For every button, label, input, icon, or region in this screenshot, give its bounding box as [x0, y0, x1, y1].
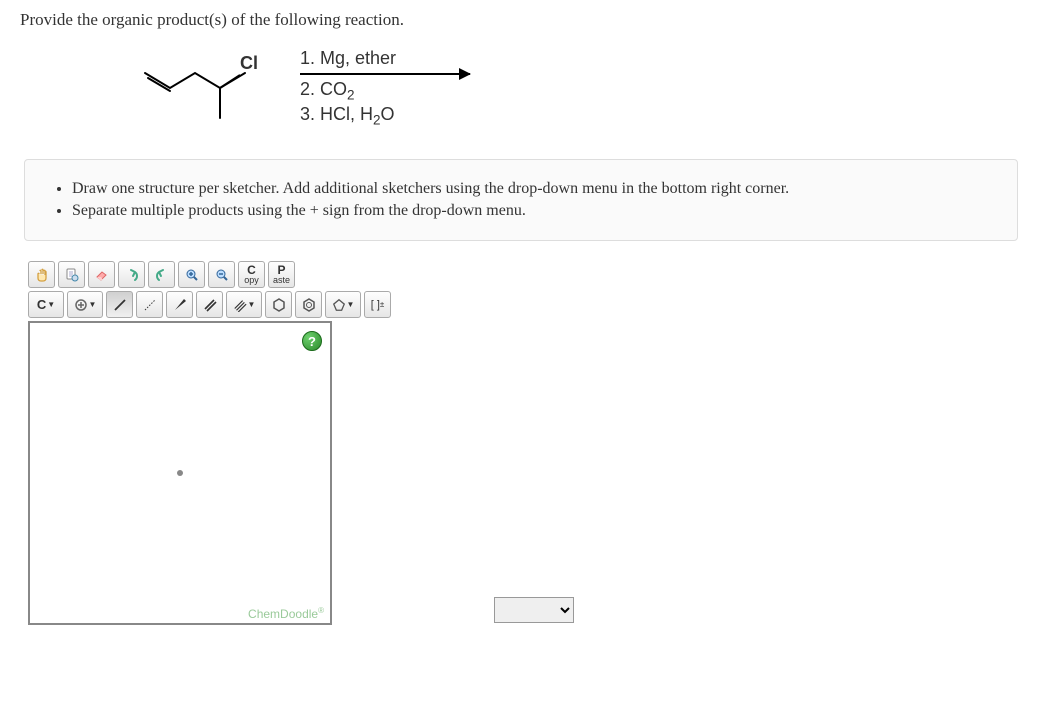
- lasso-tool[interactable]: [58, 261, 85, 288]
- help-icon[interactable]: ?: [302, 331, 322, 351]
- reaction-arrow-section: 1. Mg, ether 2. CO2 3. HCl, H2O: [300, 48, 470, 129]
- chemdoodle-brand: ChemDoodle®: [248, 606, 324, 621]
- triple-bond-dropdown[interactable]: ▼: [226, 291, 262, 318]
- wedge-bond-tool[interactable]: [166, 291, 193, 318]
- charge-tool[interactable]: [ ]±: [364, 291, 391, 318]
- reactant-structure: Cl: [140, 53, 280, 123]
- benzene-tool[interactable]: [295, 291, 322, 318]
- reaction-arrow: [300, 73, 470, 75]
- undo-button[interactable]: [118, 261, 145, 288]
- zoom-in-button[interactable]: [178, 261, 205, 288]
- reagents-bottom: 2. CO2 3. HCl, H2O: [300, 79, 470, 129]
- cyclohexane-tool[interactable]: [265, 291, 292, 318]
- question-text: Provide the organic product(s) of the fo…: [20, 10, 1022, 30]
- ring-dropdown[interactable]: ▼: [325, 291, 361, 318]
- sketcher-widget: Copy Paste C▼ ▼ ▼ ▼ [ ]± ? ChemDoodle®: [28, 261, 1022, 625]
- atom-props-picker[interactable]: ▼: [67, 291, 103, 318]
- redo-button[interactable]: [148, 261, 175, 288]
- element-picker[interactable]: C▼: [28, 291, 64, 318]
- reagent-step1: 1. Mg, ether: [300, 48, 470, 69]
- paste-button[interactable]: Paste: [268, 261, 295, 288]
- eraser-tool[interactable]: [88, 261, 115, 288]
- zoom-out-button[interactable]: [208, 261, 235, 288]
- instruction-2: Separate multiple products using the + s…: [72, 200, 995, 222]
- chlorine-label: Cl: [240, 53, 258, 74]
- toolbar-row-2: C▼ ▼ ▼ ▼ [ ]±: [28, 291, 1022, 318]
- toolbar-row-1: Copy Paste: [28, 261, 1022, 288]
- double-bond-tool[interactable]: [196, 291, 223, 318]
- copy-button[interactable]: Copy: [238, 261, 265, 288]
- canvas-center-dot: [177, 470, 183, 476]
- sketcher-count-select[interactable]: [494, 597, 574, 623]
- recessed-bond-tool[interactable]: [136, 291, 163, 318]
- instructions-box: Draw one structure per sketcher. Add add…: [24, 159, 1018, 242]
- hand-tool[interactable]: [28, 261, 55, 288]
- single-bond-tool[interactable]: [106, 291, 133, 318]
- sketch-canvas[interactable]: ? ChemDoodle®: [28, 321, 332, 625]
- reaction-scheme: Cl 1. Mg, ether 2. CO2 3. HCl, H2O: [140, 48, 1022, 129]
- instruction-1: Draw one structure per sketcher. Add add…: [72, 178, 995, 200]
